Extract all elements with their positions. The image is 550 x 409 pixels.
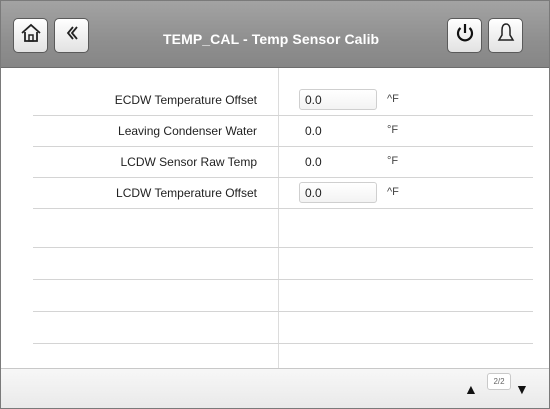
empty-row xyxy=(33,281,533,312)
screen: TEMP_CAL - Temp Sensor Calib ECDW Temper… xyxy=(0,0,550,409)
page-title: TEMP_CAL - Temp Sensor Calib xyxy=(163,31,380,47)
row-value: 0.0 xyxy=(305,186,322,200)
row-unit: ^F xyxy=(387,93,399,105)
empty-row xyxy=(33,249,533,280)
power-icon xyxy=(453,21,477,50)
row-value: 0.0 xyxy=(305,155,322,169)
row-label: LCDW Temperature Offset xyxy=(116,186,257,200)
row-unit: °F xyxy=(387,155,399,167)
page-down-button[interactable]: ▼ xyxy=(515,382,529,396)
bell-icon xyxy=(494,21,518,50)
table-row: ECDW Temperature Offset 0.0 ^F xyxy=(33,85,533,116)
row-label: ECDW Temperature Offset xyxy=(114,93,257,107)
power-button[interactable] xyxy=(447,18,482,53)
row-value: 0.0 xyxy=(305,93,322,107)
row-unit: °F xyxy=(387,124,399,136)
row-unit: ^F xyxy=(387,186,399,198)
row-label: LCDW Sensor Raw Temp xyxy=(120,155,258,169)
home-icon xyxy=(19,21,43,50)
parameter-table: ECDW Temperature Offset 0.0 ^F Leaving C… xyxy=(1,68,549,368)
header-bar: TEMP_CAL - Temp Sensor Calib xyxy=(1,1,549,68)
page-indicator: 2/2 xyxy=(487,373,511,390)
table-row: LCDW Temperature Offset 0.0 ^F xyxy=(33,178,533,209)
empty-row xyxy=(33,313,533,344)
alarm-button[interactable] xyxy=(488,18,523,53)
page-up-button[interactable]: ▲ xyxy=(464,382,478,396)
chevron-left-icon xyxy=(62,23,82,48)
table-row: Leaving Condenser Water 0.0 °F xyxy=(33,116,533,147)
home-button[interactable] xyxy=(13,18,48,53)
table-row: LCDW Sensor Raw Temp 0.0 °F xyxy=(33,147,533,178)
back-button[interactable] xyxy=(54,18,89,53)
empty-row xyxy=(33,217,533,248)
row-label: Leaving Condenser Water xyxy=(118,124,257,138)
row-value: 0.0 xyxy=(305,124,322,138)
footer-bar: ▲ 2/2 ▼ xyxy=(1,368,549,408)
